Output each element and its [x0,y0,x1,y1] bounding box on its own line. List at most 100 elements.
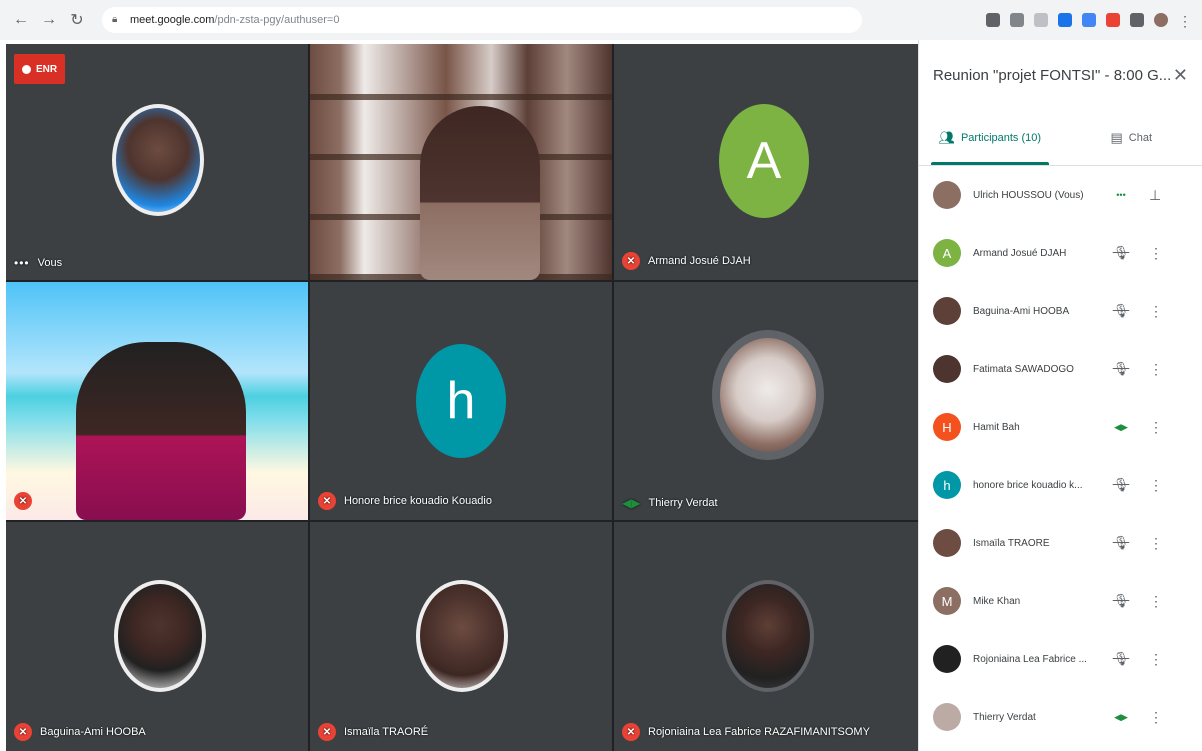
participant-photo [722,580,814,692]
pin-icon[interactable]: ⊥ [1149,187,1161,204]
participant-name: Armand Josué DJAH [648,255,751,267]
audio-level-icon[interactable]: ◀▶ [1111,422,1131,433]
avatar [933,703,961,731]
mic-off-icon[interactable]: 🎙︎ [1111,303,1131,319]
back-arrow-icon[interactable]: ← [10,9,32,31]
tile-label: ••• Vous [14,256,62,270]
video-tile-armand[interactable]: A ✕ Armand Josué DJAH [614,44,918,280]
video-tile-baguina[interactable]: ✕ Baguina-Ami HOOBA [6,522,308,751]
video-tile-ismaila[interactable]: ✕ Ismaïla TRAORÉ [310,522,612,751]
close-icon[interactable]: ✕ [1173,65,1188,86]
tab-participants[interactable]: 👥︎ Participants (10) [919,110,1061,165]
more-options-icon[interactable]: ⋮ [1149,535,1163,552]
participant-name: Rojoniaina Lea Fabrice ... [973,653,1087,665]
tile-label: ◀▶ Thierry Verdat [622,496,718,510]
participant-name: honore brice kouadio k... [973,479,1083,491]
reload-icon[interactable]: ↻ [66,9,88,31]
tile-label: ✕ Ismaïla TRAORÉ [318,723,428,741]
mic-off-icon[interactable]: 🎙︎ [1111,245,1131,261]
map-pin-icon[interactable] [1058,13,1072,27]
mic-off-icon[interactable]: 🎙︎ [1111,361,1131,377]
avatar: M [933,587,961,615]
mic-off-icon: ✕ [318,723,336,741]
avatar [933,529,961,557]
participant-photo [114,580,206,692]
more-options-icon[interactable]: ⋮ [1149,419,1163,436]
tile-label: ✕ Honore brice kouadio Kouadio [318,492,492,510]
tile-label: ✕ Rojoniaina Lea Fabrice RAZAFIMANITSOMY [622,723,870,741]
red-extension-icon[interactable] [1106,13,1120,27]
doc-extension-icon[interactable] [1082,13,1096,27]
more-options-icon[interactable]: ⋮ [1149,593,1163,610]
mic-off-icon: ✕ [622,252,640,270]
participant-name: Baguina-Ami HOOBA [40,726,146,738]
participant-name: Ismaïla TRAORÉ [344,726,429,738]
browser-menu-icon[interactable]: ⋮ [1178,13,1192,29]
mic-off-icon: ✕ [14,723,32,741]
participant-row[interactable]: H Hamit Bah ◀▶ ⋮ [919,398,1202,456]
participant-name: Ismaïla TRAORÉ [973,537,1050,549]
star-icon[interactable] [1034,13,1048,27]
participant-row[interactable]: Baguina-Ami HOOBA 🎙︎ ⋮ [919,282,1202,340]
profile-avatar[interactable] [1154,13,1168,27]
participant-row[interactable]: M Mike Khan 🎙︎ ⋮ [919,572,1202,630]
video-tile-thierry[interactable]: ◀▶ Thierry Verdat [614,282,918,520]
extension-icon[interactable] [1010,13,1024,27]
puzzle-icon[interactable] [1130,13,1144,27]
more-options-icon[interactable]: ⋮ [1149,651,1163,668]
more-options-icon[interactable]: ⋮ [1149,477,1163,494]
people-icon: 👥︎ [938,129,955,145]
participant-row[interactable]: A Armand Josué DJAH 🎙︎ ⋮ [919,224,1202,282]
participant-row[interactable]: Thierry Verdat ◀▶ ⋮ [919,688,1202,746]
more-options-icon[interactable]: ⋮ [1149,709,1163,726]
more-options-icon[interactable]: ⋮ [1149,303,1163,320]
participant-name: Armand Josué DJAH [973,247,1067,259]
video-tile-bookshelf[interactable] [310,44,612,280]
participant-name: Vous [37,257,63,269]
mic-off-icon[interactable]: 🎙︎ [1111,477,1131,493]
speaking-dots-icon: ••• [14,256,30,270]
panel-header: Reunion "projet FONTSI" - 8:00 G... ✕ [919,40,1202,110]
camera-extension-icon[interactable] [986,13,1000,27]
extension-icons: ⋮ [986,13,1192,29]
more-options-icon[interactable]: ⋮ [1149,361,1163,378]
tab-chat-label: Chat [1128,131,1153,144]
url-path: /pdn-zsta-pgy/authuser=0 [214,14,340,26]
avatar-letter-h: h [416,344,506,458]
participant-name: Thierry Verdat [973,711,1036,723]
mic-off-icon[interactable]: 🎙︎ [1111,593,1131,609]
participant-name: Honore brice kouadio Kouadio [344,495,492,507]
participant-name: Ulrich HOUSSOU (Vous) [973,189,1084,201]
participant-row[interactable]: Ulrich HOUSSOU (Vous) ••• ⊥ [919,166,1202,224]
lock-icon: 🔒︎ [112,14,118,25]
browser-toolbar: ← → ↻ 🔒︎ meet.google.com /pdn-zsta-pgy/a… [0,0,1202,40]
audio-level-icon[interactable]: ◀▶ [1111,712,1131,723]
video-tile-self[interactable]: ENR ••• Vous [6,44,308,280]
avatar [933,645,961,673]
participant-name: Mike Khan [973,595,1021,607]
tab-chat[interactable]: ▤ Chat [1061,110,1202,165]
tile-label: ✕ Baguina-Ami HOOBA [14,723,146,741]
speaking-dots-icon[interactable]: ••• [1111,190,1131,200]
forward-arrow-icon[interactable]: → [38,9,60,31]
more-options-icon[interactable]: ⋮ [1149,245,1163,262]
participant-row[interactable]: Fatimata SAWADOGO 🎙︎ ⋮ [919,340,1202,398]
participant-row[interactable]: Rojoniaina Lea Fabrice ... 🎙︎ ⋮ [919,630,1202,688]
mic-off-icon[interactable]: 🎙︎ [1111,651,1131,667]
address-bar[interactable]: 🔒︎ meet.google.com /pdn-zsta-pgy/authuse… [102,7,862,33]
mic-off-icon[interactable]: 🎙︎ [1111,535,1131,551]
audio-level-icon: ◀▶ [622,496,641,510]
participant-row[interactable]: Ismaïla TRAORÉ 🎙︎ ⋮ [919,514,1202,572]
participant-name: Thierry Verdat [648,497,718,509]
participants-panel: Reunion "projet FONTSI" - 8:00 G... ✕ 👥︎… [918,40,1202,751]
avatar [933,297,961,325]
meeting-title: Reunion "projet FONTSI" - 8:00 G... [933,66,1172,84]
mic-off-icon: ✕ [14,492,32,510]
video-tile-beach[interactable]: ✕ [6,282,308,520]
video-tile-honore[interactable]: h ✕ Honore brice kouadio Kouadio [310,282,612,520]
participant-row[interactable]: h honore brice kouadio k... 🎙︎ ⋮ [919,456,1202,514]
avatar [933,181,961,209]
video-tile-rojoniaina[interactable]: ✕ Rojoniaina Lea Fabrice RAZAFIMANITSOMY [614,522,918,751]
tile-label: ✕ [14,492,32,510]
url-host: meet.google.com [130,14,215,26]
